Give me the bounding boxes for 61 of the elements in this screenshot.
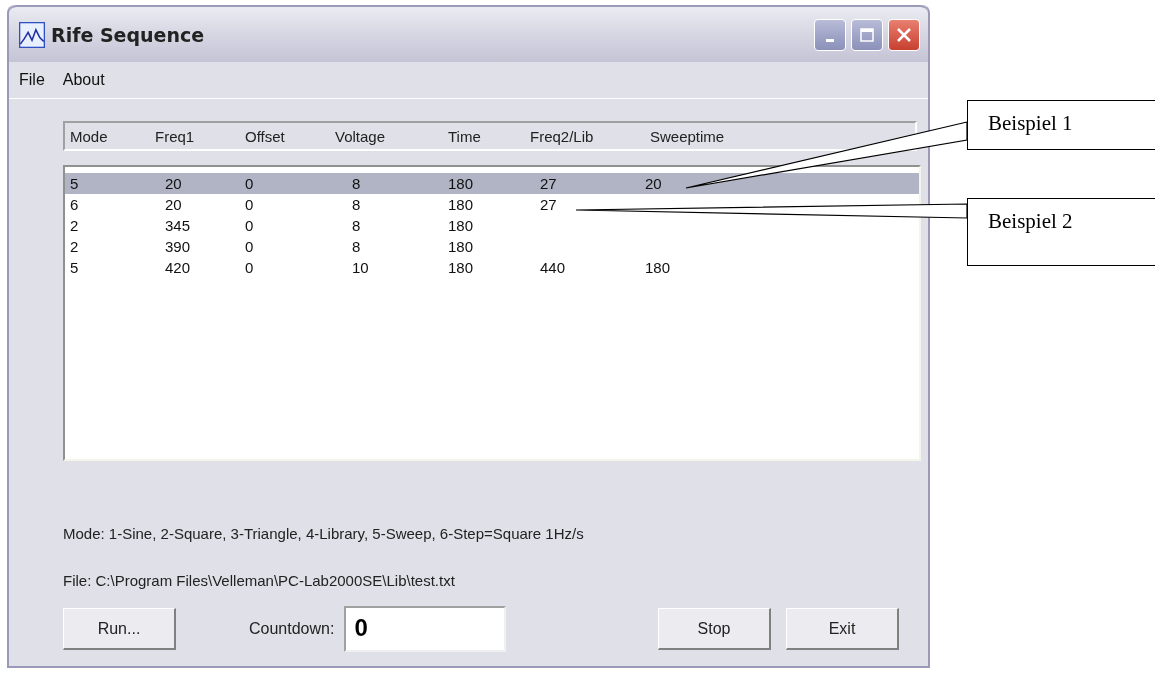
list-cell-text: 5: [70, 174, 80, 194]
list-row[interactable]: 5 20 0 8 180 27 20: [65, 173, 919, 194]
column-header[interactable]: Voltage: [335, 128, 386, 145]
list-cell-text: 8: [352, 216, 362, 236]
list-cell-text: 5: [70, 258, 80, 278]
column-header[interactable]: Freq2/Lib: [530, 128, 594, 145]
list-cell-text: 345: [165, 216, 192, 236]
countdown-label: Countdown:: [249, 620, 335, 638]
list-row[interactable]: 2 390 0 8 180: [65, 236, 474, 257]
mode-legend: Mode: 1-Sine, 2-Square, 3-Triangle, 4-Library, 5-Sweep, 6-Step=Square 1Hz/s: [63, 525, 928, 542]
window-title: Rife Sequence: [51, 23, 205, 46]
list-cell-text: 0: [245, 216, 255, 236]
stop-button[interactable]: Stop: [658, 608, 771, 650]
close-icon: [896, 26, 912, 43]
close-button[interactable]: [888, 18, 920, 51]
menu-item[interactable]: About: [62, 71, 105, 89]
list-cell-text: 180: [448, 237, 474, 257]
column-header[interactable]: Time: [448, 128, 481, 145]
callout-label: Beispiel 1: [967, 100, 1155, 150]
list-cell-text: 180: [448, 195, 475, 215]
list-cell-text: 420: [165, 258, 192, 278]
list-cell-text: 0: [245, 174, 255, 194]
minimize-button[interactable]: [814, 18, 846, 51]
list-cell-text: 8: [352, 237, 362, 257]
list-cell-text: 440: [540, 258, 567, 278]
list-row[interactable]: 2 345 0 8 180: [65, 215, 474, 236]
waveform-icon: [19, 21, 45, 48]
countdown-field[interactable]: 0: [344, 606, 507, 652]
list-cell-text: 0: [245, 237, 255, 257]
list-cell-text: 180: [448, 258, 475, 278]
exit-button[interactable]: Exit: [786, 608, 899, 650]
list-cell-text: 20: [645, 174, 662, 194]
list-cell-text: 27: [540, 174, 558, 194]
list-cell-text: 0: [245, 258, 255, 278]
list-cell-text: 10: [352, 258, 370, 278]
list-cell-text: 0: [245, 195, 255, 215]
minimize-icon: [826, 39, 834, 42]
list-cell-text: 390: [165, 237, 192, 257]
list-row[interactable]: 6 20 0 8 180 27: [65, 194, 557, 215]
column-header[interactable]: Mode: [70, 128, 108, 145]
list-cell-text: 8: [352, 174, 362, 194]
list-row[interactable]: 5 420 0 10 180 440 180: [65, 257, 671, 278]
list-cell-text: 20: [165, 174, 183, 194]
column-header[interactable]: Freq1: [155, 128, 195, 145]
file-path: File: C:\Program Files\Velleman\PC-Lab2000SE\Lib\test.txt: [63, 572, 456, 589]
list-cell-text: 27: [540, 195, 557, 215]
callout-label: Beispiel 2: [967, 198, 1155, 266]
list-cell-text: 180: [645, 258, 671, 278]
list-cell-text: 2: [70, 216, 80, 236]
maximize-icon: [859, 26, 875, 43]
run-button[interactable]: Run...: [63, 608, 176, 650]
list-cell-text: 180: [448, 216, 474, 236]
column-header[interactable]: Sweeptime: [650, 128, 725, 145]
column-header[interactable]: Offset: [245, 128, 285, 145]
list-cell-text: 180: [448, 174, 475, 194]
maximize-button[interactable]: [851, 18, 883, 51]
list-cell-text: 8: [352, 195, 362, 215]
list-cell-text: 6: [70, 195, 80, 215]
list-cell-text: 20: [165, 195, 183, 215]
menu-item[interactable]: File: [19, 71, 45, 89]
list-cell-text: 2: [70, 237, 80, 257]
